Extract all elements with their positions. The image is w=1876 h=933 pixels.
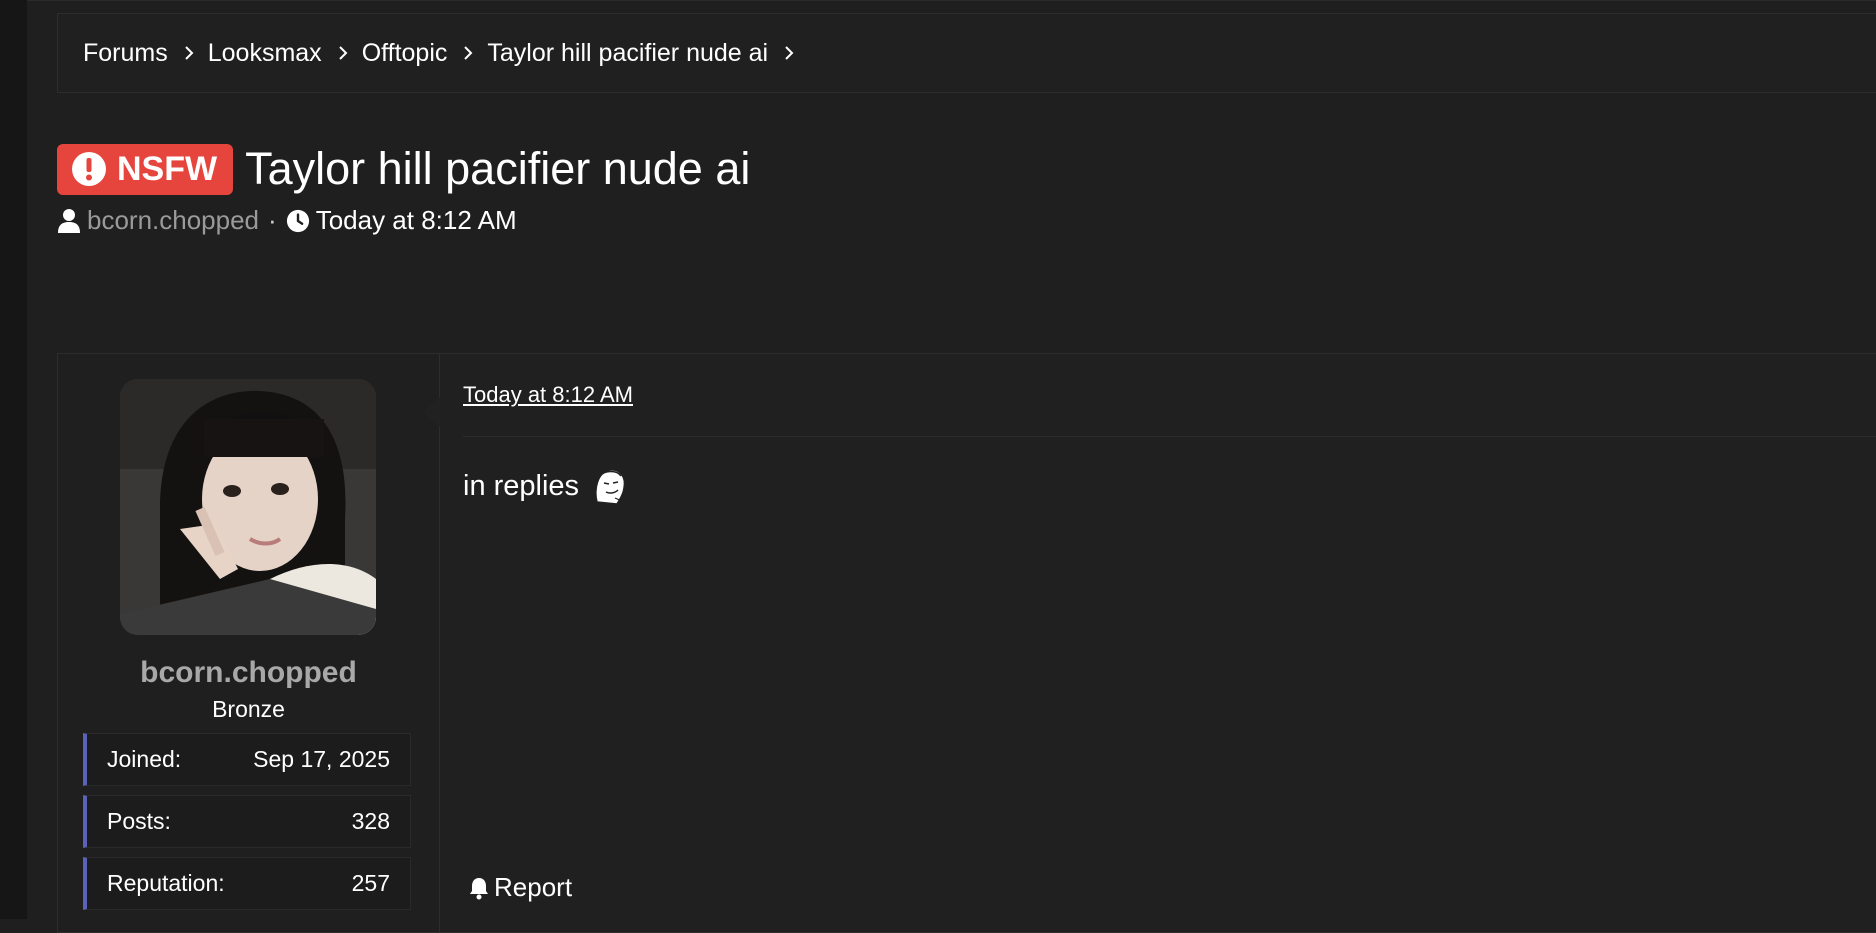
page-title: Taylor hill pacifier nude ai (245, 143, 751, 194)
stat-label: Posts: (107, 808, 171, 834)
stat-joined: Joined: Sep 17, 2025 (83, 733, 411, 786)
stat-label: Joined: (107, 746, 182, 772)
thread-title-row: NSFW Taylor hill pacifier nude ai (57, 143, 750, 195)
user-rank: Bronze (212, 696, 285, 722)
stat-value: 328 (351, 808, 390, 834)
breadcrumb-link-looksmax[interactable]: Looksmax (208, 39, 322, 68)
breadcrumb-item-thread[interactable]: Taylor hill pacifier nude ai (487, 39, 808, 68)
report-button[interactable]: Report (468, 872, 572, 903)
thread-meta: bcorn.chopped · Today at 8:12 AM (57, 205, 517, 236)
stat-reputation: Reputation: 257 (83, 857, 411, 910)
report-label: Report (494, 872, 573, 902)
post-date-link[interactable]: Today at 8:12 AM (463, 382, 633, 408)
post-username[interactable]: bcorn.chopped (58, 656, 439, 690)
breadcrumb: Forums Looksmax Offtopic Taylor hill pac… (57, 13, 1876, 93)
user-icon (58, 208, 80, 233)
nsfw-badge-label: NSFW (117, 149, 218, 188)
smirk-meme-face-icon (595, 469, 626, 505)
bell-icon (470, 877, 488, 899)
breadcrumb-item-forums[interactable]: Forums (83, 39, 208, 68)
chevron-right-icon (784, 46, 794, 60)
chevron-right-icon (338, 46, 348, 60)
breadcrumb-link-forums[interactable]: Forums (83, 39, 168, 68)
breadcrumb-link-offtopic[interactable]: Offtopic (362, 39, 448, 68)
post-body: in replies (463, 466, 629, 506)
stat-posts: Posts: 328 (83, 795, 411, 848)
stat-label: Reputation: (107, 870, 225, 896)
stat-value: 257 (351, 870, 390, 896)
avatar-photo (120, 379, 376, 635)
meta-separator: · (268, 205, 277, 235)
post-user-pane: bcorn.chopped Bronze Joined: Sep 17, 202… (58, 354, 440, 932)
breadcrumb-item-offtopic[interactable]: Offtopic (362, 39, 488, 68)
stat-value: Sep 17, 2025 (253, 746, 390, 772)
post-text: in replies (463, 469, 580, 502)
avatar[interactable] (120, 379, 376, 635)
message-arrow (423, 396, 441, 428)
left-edge-strip (0, 0, 27, 919)
chevron-right-icon (463, 46, 473, 60)
top-divider (27, 0, 1876, 1)
clock-icon (286, 209, 309, 232)
post: bcorn.chopped Bronze Joined: Sep 17, 202… (57, 353, 1876, 933)
thread-time-link[interactable]: Today at 8:12 AM (316, 205, 517, 236)
exclamation-circle-icon (72, 152, 106, 186)
breadcrumb-item-looksmax[interactable]: Looksmax (208, 39, 362, 68)
thread-author-link[interactable]: bcorn.chopped (87, 205, 259, 236)
breadcrumb-link-thread[interactable]: Taylor hill pacifier nude ai (487, 39, 768, 68)
chevron-right-icon (184, 46, 194, 60)
post-divider (463, 436, 1876, 437)
nsfw-badge: NSFW (57, 143, 234, 195)
